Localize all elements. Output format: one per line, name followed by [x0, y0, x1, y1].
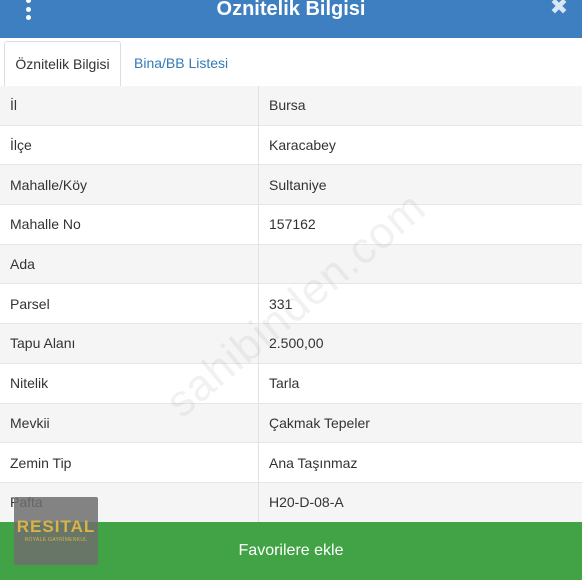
row-label: Ada [10, 256, 35, 273]
row-label: İlçe [10, 137, 32, 154]
row-label: Mahalle No [10, 216, 81, 233]
row-label: İl [10, 97, 17, 114]
column-divider [258, 403, 259, 443]
column-divider [258, 284, 259, 324]
table-row: Mevkii Çakmak Tepeler [0, 403, 582, 444]
table-row: Nitelik Tarla [0, 363, 582, 404]
row-value: H20-D-08-A [269, 494, 344, 511]
row-label: Nitelik [10, 375, 49, 392]
dialog-header: Öznitelik Bilgisi ✖ [0, 0, 582, 38]
row-label: Zemin Tip [10, 454, 72, 471]
column-divider [258, 125, 259, 165]
column-divider [258, 244, 259, 284]
table-row: Mahalle/Köy Sultaniye [0, 165, 582, 206]
tab-bar: Öznitelik Bilgisi Bina/BB Listesi [0, 38, 582, 87]
column-divider [258, 363, 259, 403]
table-row: İlçe Karacabey [0, 125, 582, 166]
table-row: Ada [0, 244, 582, 285]
row-value: Bursa [269, 97, 306, 114]
row-label: Mahalle/Köy [10, 176, 88, 193]
tab-bina-bb-listesi[interactable]: Bina/BB Listesi [124, 41, 238, 86]
column-divider [258, 324, 259, 363]
row-value: 2.500,00 [269, 335, 324, 352]
row-value: 157162 [269, 216, 316, 233]
column-divider [258, 165, 259, 205]
row-value: 331 [269, 295, 293, 312]
row-value: Karacabey [269, 137, 336, 154]
table-row: Zemin Tip Ana Taşınmaz [0, 443, 582, 483]
tab-oznitelik-bilgisi[interactable]: Öznitelik Bilgisi [4, 41, 121, 87]
table-row: Mahalle No 157162 [0, 205, 582, 245]
column-divider [258, 443, 259, 482]
logo-name: RESITAL [16, 517, 96, 536]
row-value: Çakmak Tepeler [269, 414, 370, 431]
column-divider [258, 205, 259, 244]
row-value: Tarla [269, 375, 300, 392]
table-row: İl Bursa [0, 86, 582, 126]
row-label: Mevkii [10, 414, 50, 431]
table-row: Parsel 331 [0, 284, 582, 325]
row-value: Sultaniye [269, 176, 327, 193]
row-value: Ana Taşınmaz [269, 454, 358, 471]
row-label: Parsel [10, 295, 50, 312]
logo-tagline: ROYALE GAYRİMENKUL [24, 537, 88, 543]
close-icon[interactable]: ✖ [548, 0, 570, 18]
agency-logo: RESITAL ROYALE GAYRİMENKUL [14, 497, 98, 565]
table-row: Tapu Alanı 2.500,00 [0, 324, 582, 364]
attribute-table: İl Bursa İlçe Karacabey Mahalle/Köy Sult… [0, 86, 582, 523]
column-divider [258, 482, 259, 522]
column-divider [258, 86, 259, 125]
dialog-title: Öznitelik Bilgisi [216, 0, 366, 20]
row-label: Tapu Alanı [10, 335, 76, 352]
